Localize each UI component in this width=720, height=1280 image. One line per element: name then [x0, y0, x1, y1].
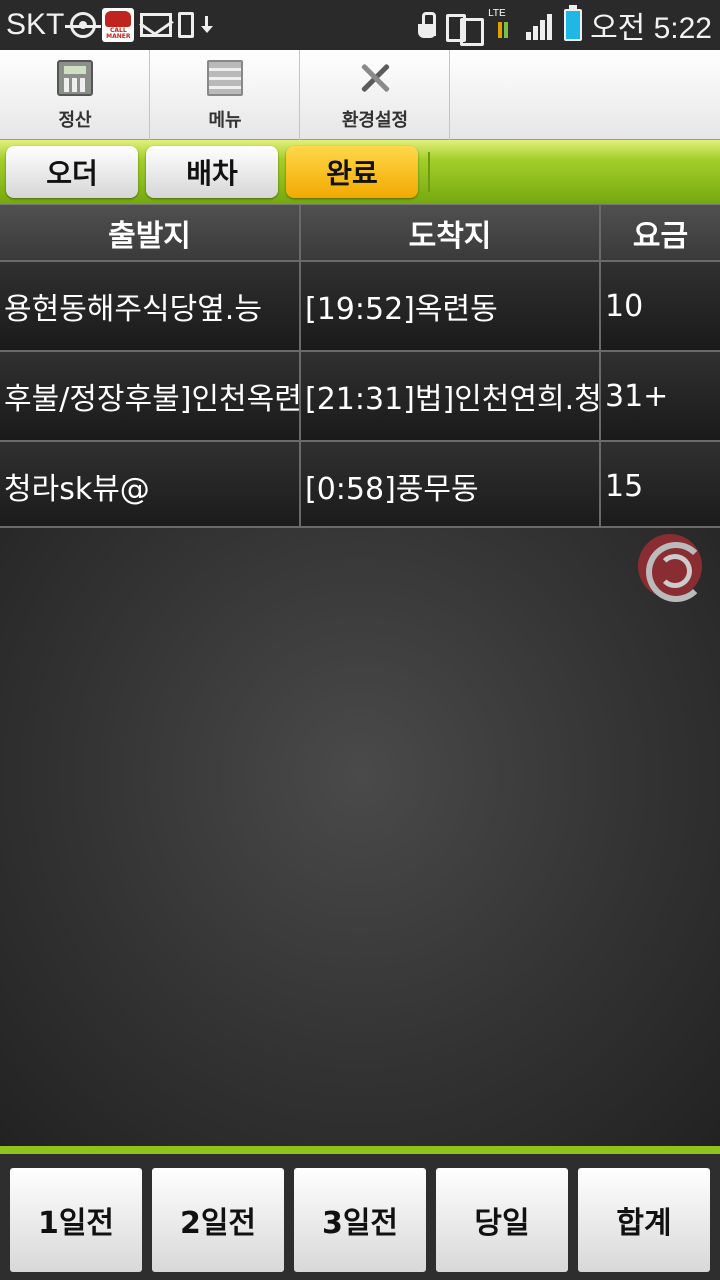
tab-completed[interactable]: 완료 — [286, 146, 418, 198]
tab-bar: 오더 배차 완료 — [0, 140, 720, 204]
phone-download-icon — [178, 12, 195, 38]
download-bar — [504, 22, 509, 38]
car-icon — [105, 11, 132, 27]
header-fare: 요금 — [632, 219, 689, 254]
menu-item-menu[interactable]: 메뉴 — [150, 50, 300, 140]
menu-item-label: 환경설정 — [341, 110, 409, 131]
total-button[interactable]: 합계 — [578, 1168, 710, 1272]
lte-data-icon: LTE — [488, 8, 518, 42]
cell-fare: 31+ — [605, 378, 669, 414]
three-days-ago-button[interactable]: 3일전 — [294, 1168, 426, 1272]
tab-divider — [428, 152, 430, 192]
callmaner-logo-text: CALL MANER — [106, 27, 131, 40]
two-days-ago-button[interactable]: 2일전 — [152, 1168, 284, 1272]
calculator-icon — [57, 60, 93, 96]
battery-icon — [564, 5, 583, 41]
touch-hand-icon — [416, 10, 438, 40]
lte-label: LTE — [488, 8, 506, 19]
top-menu-bar: 정산 메뉴 환경설정 — [0, 50, 720, 140]
callmaner-app-icon: CALL MANER — [102, 8, 135, 42]
tab-dispatch[interactable]: 배차 — [146, 146, 278, 198]
signal-icon — [526, 10, 556, 40]
status-bar-left: SKT CALL MANER — [6, 0, 214, 50]
cell-origin: 용현동해주식당옆.능 — [0, 262, 301, 350]
upload-bar — [498, 22, 503, 38]
cell-destination: [19:52]옥련동 — [301, 262, 601, 350]
menu-item-settlement[interactable]: 정산 — [0, 50, 150, 140]
cell-destination: [0:58]풍무동 — [301, 442, 601, 530]
status-bar: SKT CALL MANER LTE 오전 5:22 — [0, 0, 720, 50]
cell-destination: [21:31]법]인천연희.청 — [301, 352, 601, 440]
cell-origin: 청라sk뷰@ — [0, 442, 301, 530]
cell-origin: 후불/정장후불]인천옥련 — [0, 352, 301, 440]
table-row[interactable]: 청라sk뷰@ [0:58]풍무동 15 — [0, 440, 720, 530]
today-button[interactable]: 당일 — [436, 1168, 568, 1272]
carrier-label: SKT — [6, 8, 65, 41]
menu-item-settings[interactable]: 환경설정 — [300, 50, 450, 140]
cell-fare: 10 — [605, 288, 644, 324]
one-day-ago-button[interactable]: 1일전 — [10, 1168, 142, 1272]
dragon-logo-icon — [638, 534, 706, 602]
content-area — [0, 528, 720, 1146]
menu-item-label: 정산 — [58, 110, 92, 131]
cell-fare: 15 — [605, 468, 644, 504]
table-row[interactable]: 후불/정장후불]인천옥련 [21:31]법]인천연희.청 31+ — [0, 350, 720, 440]
clock: 오전 5:22 — [590, 12, 712, 45]
tools-icon — [357, 60, 393, 96]
devices-icon — [446, 10, 485, 46]
table-header: 출발지 도착지 요금 — [0, 204, 720, 261]
menu-list-icon — [207, 60, 243, 96]
menu-item-label: 메뉴 — [208, 110, 242, 131]
header-destination: 도착지 — [301, 205, 601, 261]
bottom-button-bar: 1일전 2일전 3일전 당일 합계 — [0, 1146, 720, 1280]
gps-icon — [65, 12, 102, 38]
header-origin: 출발지 — [0, 205, 301, 261]
download-arrow-icon — [200, 12, 214, 38]
table-row[interactable]: 용현동해주식당옆.능 [19:52]옥련동 10 — [0, 260, 720, 350]
tab-order[interactable]: 오더 — [6, 146, 138, 198]
status-bar-right: LTE 오전 5:22 — [416, 0, 712, 50]
gmail-icon — [140, 13, 173, 37]
